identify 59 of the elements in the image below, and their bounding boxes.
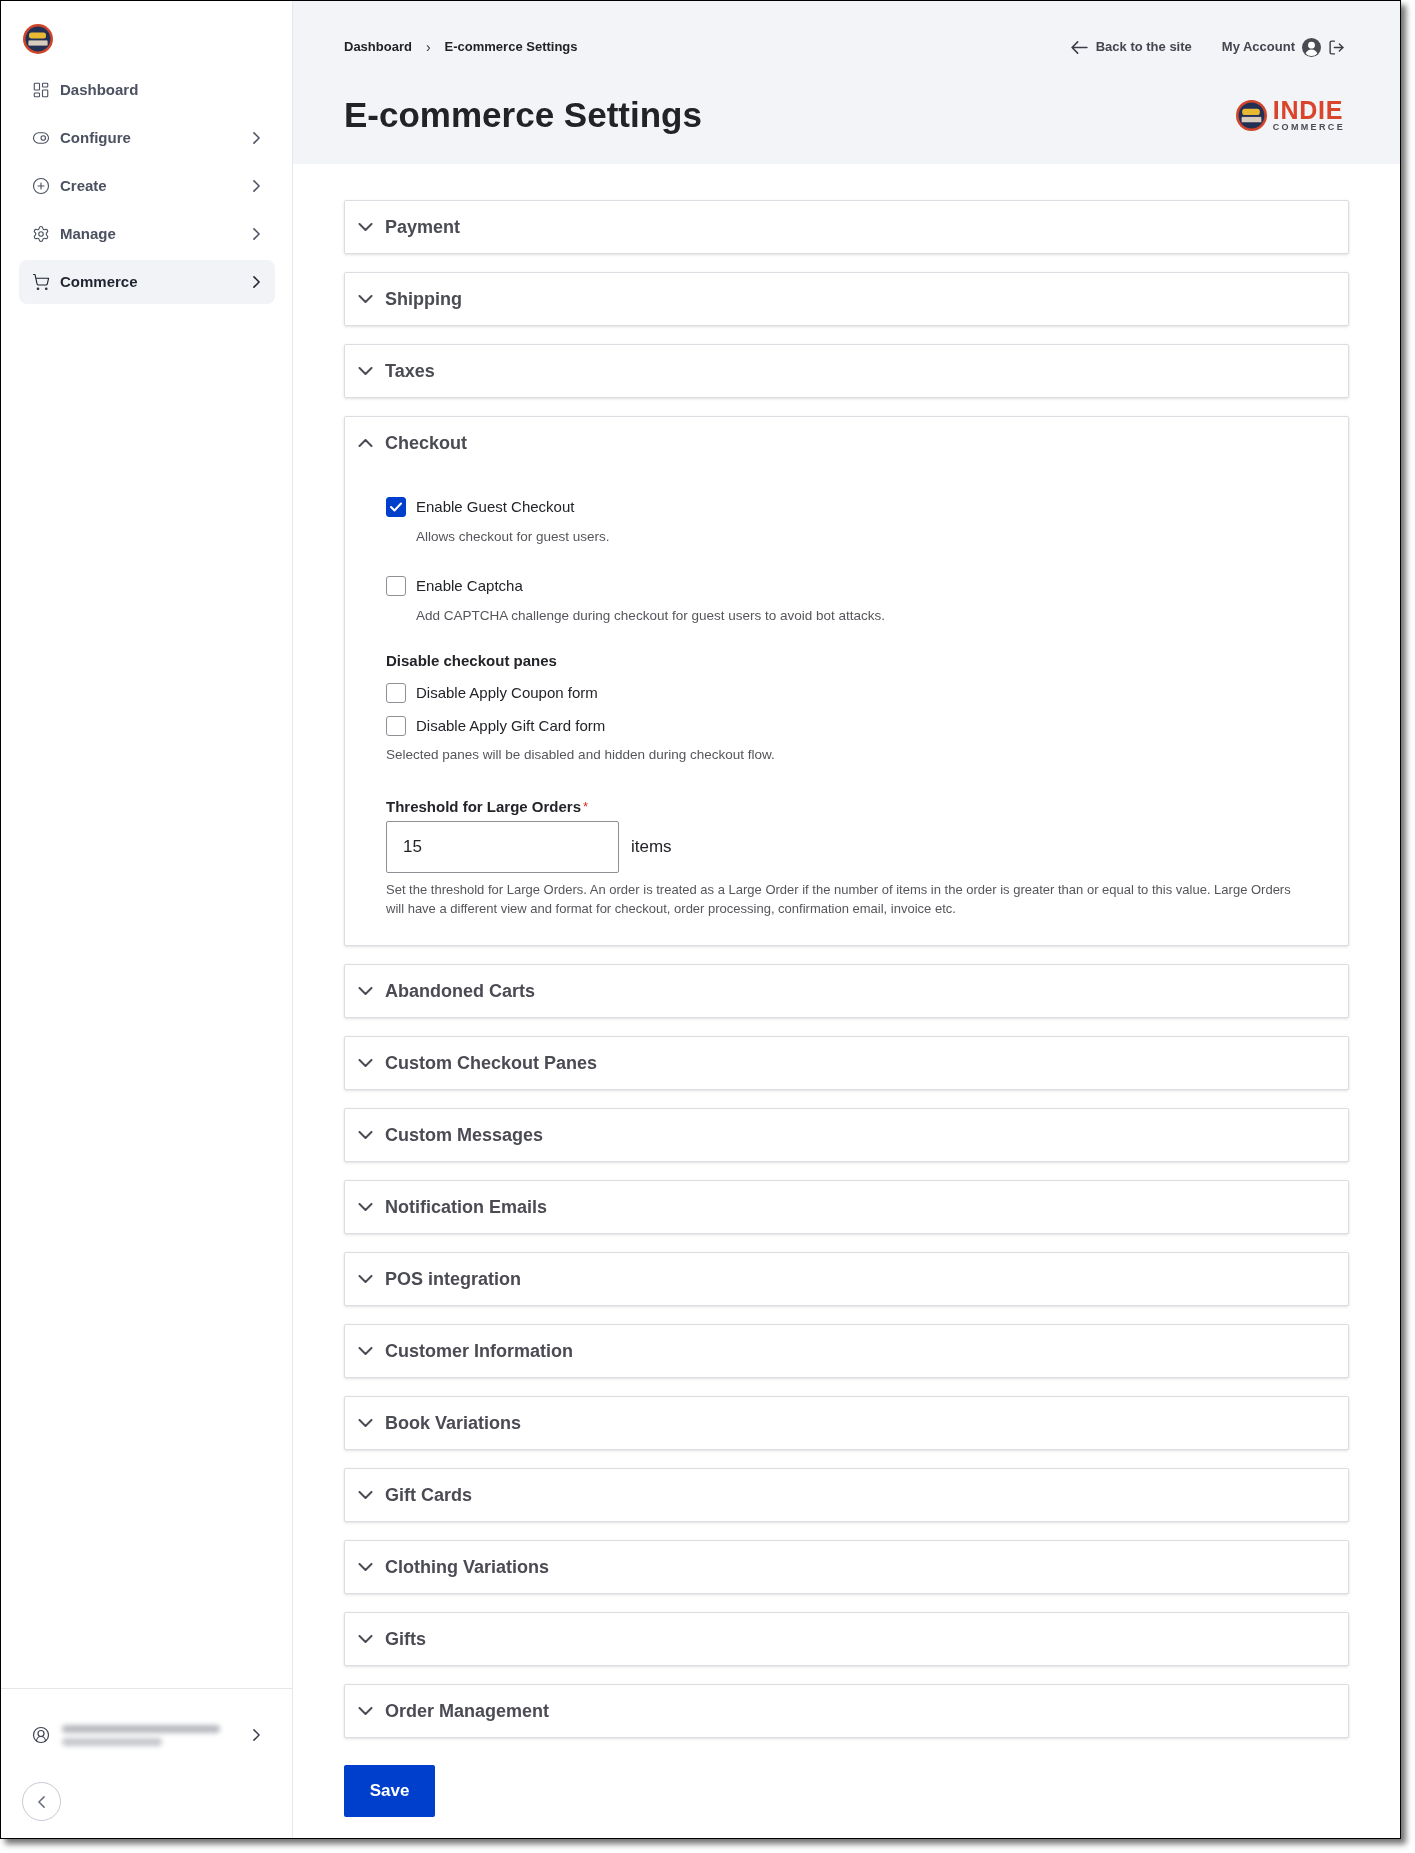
toggle-icon [32,129,50,147]
accordion-header[interactable]: Customer Information [345,1325,1348,1377]
field-description: Allows checkout for guest users. [416,528,610,546]
logout-icon[interactable] [1328,38,1345,56]
chevron-right-icon [253,1729,260,1741]
accordion-header[interactable]: Book Variations [345,1397,1348,1449]
checkmark-icon [390,502,402,512]
checkbox[interactable] [386,683,406,703]
breadcrumb-link[interactable]: Dashboard [344,37,412,57]
sidebar-nav-item[interactable]: Commerce [19,260,275,304]
accordion-header[interactable]: POS integration [345,1253,1348,1305]
my-account-link[interactable]: My Account [1221,37,1295,57]
accordion-header[interactable]: Clothing Variations [345,1541,1348,1593]
checkbox-label[interactable]: Disable Apply Gift Card form [416,716,606,736]
books-logo-icon [1235,99,1267,131]
checkbox[interactable] [386,576,406,596]
number-input[interactable]: 15 [386,821,619,873]
checkbox[interactable] [386,497,406,517]
accordion-header[interactable]: Gifts [345,1613,1348,1665]
brand-tagline: COMMERCE [1272,121,1345,132]
sidebar-nav-item[interactable]: Manage [19,212,275,256]
chevron-left-icon [38,1795,45,1808]
plus-circle-icon [32,177,50,195]
accordion-header[interactable]: Checkout [345,417,1348,469]
breadcrumb-current: E-commerce Settings [444,38,578,57]
accordion-header[interactable]: Gift Cards [345,1469,1348,1521]
sidebar-nav-item[interactable]: Create [19,164,275,208]
field-description: Set the threshold for Large Orders. An order is treated as a Large Order if the number of items in the order is greater than or equal to this value. Large Orders will have a different view and format for checkout, order processing, confirmation email, invoice etc. [386,881,1292,918]
checkbox-label[interactable]: Disable Apply Coupon form [416,683,598,703]
accordion-header[interactable]: Custom Messages [345,1109,1348,1161]
accordion-header[interactable]: Custom Checkout Panes [345,1037,1348,1089]
sidebar-nav-item[interactable]: Dashboard [19,68,275,112]
field-description: Add CAPTCHA challenge during checkout for guest users to avoid bot attacks. [416,607,885,625]
user-icon[interactable] [32,1726,50,1744]
accordion-header[interactable]: Shipping [345,273,1348,325]
back-to-site-link[interactable]: Back to the site [1095,37,1192,57]
dashboard-layout-icon [32,81,50,99]
shopping-cart-icon [32,273,50,291]
accordion-header[interactable]: Abandoned Carts [345,965,1348,1017]
checkbox[interactable] [386,716,406,736]
page-title: E-commerce Settings [344,94,702,136]
group-heading: Disable checkout panes [386,651,557,671]
accordion-header[interactable]: Payment [345,201,1348,253]
field-label: Threshold for Large Orders* [386,797,589,817]
field-description: Selected panes will be disabled and hidden during checkout flow. [386,746,775,764]
accordion-header[interactable]: Order Management [345,1685,1348,1737]
brand-name: INDIE [1272,98,1344,121]
settings-icon [32,225,50,243]
save-button[interactable]: Save [344,1765,435,1817]
books-logo-icon [23,24,53,54]
accordion-header[interactable]: Notification Emails [345,1181,1348,1233]
unit-label: items [631,836,672,859]
breadcrumb-separator: › [425,37,431,57]
accordion-header[interactable]: Taxes [345,345,1348,397]
sidebar-nav-item[interactable]: Configure [19,116,275,160]
user-avatar-icon[interactable] [1302,37,1321,57]
checkbox-label[interactable]: Enable Guest Checkout [416,497,575,517]
checkbox-label[interactable]: Enable Captcha [416,576,523,596]
arrow-left-icon [1070,40,1088,54]
